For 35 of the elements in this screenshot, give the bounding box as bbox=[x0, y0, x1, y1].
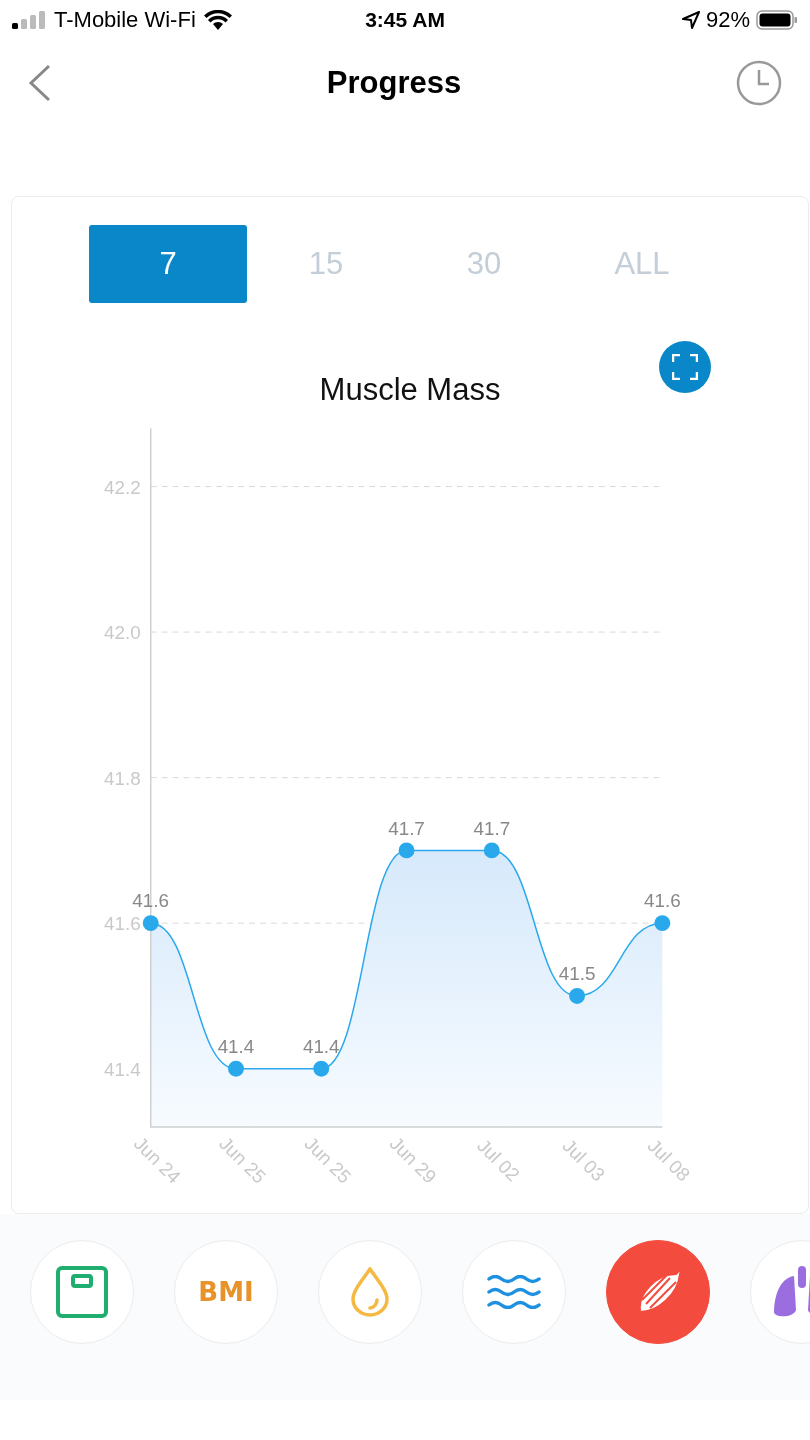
data-point bbox=[569, 988, 585, 1005]
data-point bbox=[228, 1061, 244, 1077]
data-label: 41.6 bbox=[644, 890, 681, 912]
range-tab[interactable]: 30 bbox=[405, 225, 563, 303]
location-arrow-icon bbox=[681, 11, 700, 29]
fullscreen-button[interactable] bbox=[659, 341, 711, 393]
wifi-icon bbox=[203, 10, 232, 30]
carrier-name: T-Mobile Wi-Fi bbox=[54, 7, 196, 33]
range-tab[interactable]: ALL bbox=[563, 225, 721, 303]
clock-time: 3:45 AM bbox=[365, 8, 445, 32]
fullscreen-icon bbox=[672, 354, 698, 380]
battery-percent: 92% bbox=[705, 7, 750, 33]
data-label: 41.5 bbox=[558, 963, 596, 985]
data-point bbox=[483, 842, 500, 859]
back-icon[interactable] bbox=[28, 64, 52, 102]
metric-button[interactable]: BMI bbox=[174, 1240, 278, 1344]
data-label: 41.4 bbox=[217, 1036, 255, 1058]
data-point bbox=[654, 915, 671, 932]
data-label: 41.4 bbox=[302, 1036, 340, 1058]
page-title: Progress bbox=[326, 65, 462, 101]
scale-icon bbox=[56, 1266, 108, 1318]
drop-icon bbox=[351, 1267, 389, 1317]
data-point bbox=[398, 842, 415, 859]
battery-icon bbox=[756, 10, 798, 30]
data-point bbox=[313, 1061, 330, 1077]
signal-icon bbox=[12, 11, 46, 29]
waves-icon bbox=[487, 1275, 541, 1309]
range-tab[interactable]: 15 bbox=[247, 225, 405, 303]
chart-title: Muscle Mass bbox=[319, 372, 501, 410]
range-tab[interactable]: 7 bbox=[89, 225, 247, 303]
data-label: 41.7 bbox=[388, 817, 425, 839]
data-point bbox=[142, 915, 159, 932]
clock-icon[interactable] bbox=[736, 60, 782, 106]
data-label: 41.6 bbox=[132, 890, 170, 912]
data-label: 41.7 bbox=[473, 817, 511, 839]
